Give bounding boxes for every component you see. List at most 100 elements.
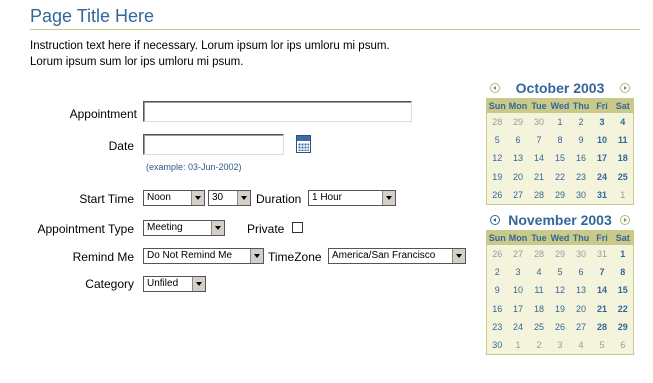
calendar-day[interactable]: 30: [570, 245, 592, 264]
next-month-icon[interactable]: [620, 83, 630, 93]
calendar-day[interactable]: 3: [591, 113, 613, 132]
calendar-day[interactable]: 20: [507, 167, 529, 186]
calendar-day[interactable]: 13: [507, 149, 529, 168]
calendar-day[interactable]: 29: [549, 245, 571, 264]
calendar-day[interactable]: 22: [612, 299, 634, 318]
calendar-day[interactable]: 2: [570, 113, 592, 132]
calendar-day[interactable]: 27: [570, 317, 592, 336]
calendar-day[interactable]: 21: [528, 167, 550, 186]
calendar-day[interactable]: 18: [528, 299, 550, 318]
appointment-type-select[interactable]: Meeting: [143, 220, 225, 236]
calendar-day[interactable]: 1: [549, 113, 571, 132]
calendar-day[interactable]: 24: [507, 317, 529, 336]
calendar-day[interactable]: 31: [591, 185, 613, 205]
calendar-day[interactable]: 30: [570, 185, 592, 205]
appointment-input[interactable]: [143, 101, 412, 122]
calendar-day[interactable]: 12: [486, 149, 508, 168]
calendar-day[interactable]: 15: [549, 149, 571, 168]
calendar-day[interactable]: 14: [528, 149, 550, 168]
calendar-day[interactable]: 27: [507, 245, 529, 264]
calendar-day[interactable]: 25: [612, 167, 634, 186]
calendar-day[interactable]: 10: [507, 281, 529, 300]
remind-me-select[interactable]: Do Not Remind Me: [143, 248, 264, 264]
calendar-day[interactable]: 6: [612, 335, 634, 355]
calendar-day[interactable]: 16: [570, 149, 592, 168]
calendar-day[interactable]: 17: [507, 299, 529, 318]
category-select[interactable]: Unfiled: [143, 276, 206, 292]
calendar-day[interactable]: 11: [612, 131, 634, 150]
calendar-day[interactable]: 1: [507, 335, 529, 355]
previous-month-icon[interactable]: [490, 215, 500, 225]
calendar-day[interactable]: 4: [612, 113, 634, 132]
private-checkbox[interactable]: [292, 222, 303, 233]
calendar-day[interactable]: 28: [591, 317, 613, 336]
calendar-day[interactable]: 17: [591, 149, 613, 168]
calendar-day[interactable]: 18: [612, 149, 634, 168]
weekday-header: Tue: [528, 230, 550, 245]
calendar-day[interactable]: 8: [612, 263, 634, 282]
calendar-day[interactable]: 31: [591, 245, 613, 264]
calendar-day[interactable]: 29: [612, 317, 634, 336]
calendar-day[interactable]: 3: [549, 335, 571, 355]
calendar-day[interactable]: 25: [528, 317, 550, 336]
calendar-day[interactable]: 5: [549, 263, 571, 282]
date-input[interactable]: [143, 134, 284, 155]
calendar-day[interactable]: 9: [570, 131, 592, 150]
calendar-day[interactable]: 12: [549, 281, 571, 300]
calendar-october: October 2003 Sun Mon Tue Wed Thu Fri Sat 28 29 30…: [486, 78, 634, 205]
calendar-day[interactable]: 6: [507, 131, 529, 150]
calendar-day[interactable]: 8: [549, 131, 571, 150]
calendar-day[interactable]: 5: [591, 335, 613, 355]
calendar-day[interactable]: 23: [486, 317, 508, 336]
calendar-day[interactable]: 28: [528, 245, 550, 264]
next-month-icon[interactable]: [620, 215, 630, 225]
calendar-day[interactable]: 10: [591, 131, 613, 150]
calendar-day[interactable]: 6: [570, 263, 592, 282]
calendar-day[interactable]: 3: [507, 263, 529, 282]
calendar-day[interactable]: 27: [507, 185, 529, 205]
start-minutes-select[interactable]: 30: [208, 190, 251, 206]
calendar-day[interactable]: 26: [486, 185, 508, 205]
calendar-day[interactable]: 19: [486, 167, 508, 186]
calendar-day[interactable]: 26: [549, 317, 571, 336]
calendar-day[interactable]: 4: [570, 335, 592, 355]
calendar-day[interactable]: 16: [486, 299, 508, 318]
instruction-line-1: Instruction text here if necessary. Loru…: [30, 40, 390, 52]
weekday-header: Mon: [507, 98, 529, 113]
calendar-week-row: 28 29 30 1 2 3 4: [486, 113, 634, 132]
calendar-day[interactable]: 1: [612, 245, 634, 264]
calendar-day[interactable]: 11: [528, 281, 550, 300]
calendar-day[interactable]: 29: [507, 113, 529, 132]
calendar-day[interactable]: 26: [486, 245, 508, 264]
calendar-day[interactable]: 19: [549, 299, 571, 318]
start-time-select[interactable]: Noon: [143, 190, 205, 206]
chevron-down-icon: [211, 221, 224, 235]
calendar-day[interactable]: 22: [549, 167, 571, 186]
calendar-day[interactable]: 23: [570, 167, 592, 186]
calendar-day[interactable]: 2: [528, 335, 550, 355]
calendar-day[interactable]: 13: [570, 281, 592, 300]
calendar-day[interactable]: 28: [486, 113, 508, 132]
calendar-day[interactable]: 30: [528, 113, 550, 132]
calendar-day[interactable]: 30: [486, 335, 508, 355]
calendar-day[interactable]: 24: [591, 167, 613, 186]
calendar-day[interactable]: 21: [591, 299, 613, 318]
calendar-day[interactable]: 5: [486, 131, 508, 150]
weekday-header: Mon: [507, 230, 529, 245]
calendar-day[interactable]: 28: [528, 185, 550, 205]
calendar-day[interactable]: 1: [612, 185, 634, 205]
calendar-day[interactable]: 9: [486, 281, 508, 300]
calendar-header: November 2003: [486, 210, 634, 230]
calendar-icon[interactable]: [296, 135, 311, 153]
timezone-select[interactable]: America/San Francisco: [328, 248, 466, 264]
calendar-day[interactable]: 15: [612, 281, 634, 300]
calendar-day[interactable]: 7: [528, 131, 550, 150]
calendar-day[interactable]: 7: [591, 263, 613, 282]
previous-month-icon[interactable]: [490, 83, 500, 93]
calendar-day[interactable]: 20: [570, 299, 592, 318]
duration-select[interactable]: 1 Hour: [308, 190, 396, 206]
calendar-day[interactable]: 4: [528, 263, 550, 282]
calendar-day[interactable]: 29: [549, 185, 571, 205]
calendar-day[interactable]: 14: [591, 281, 613, 300]
calendar-day[interactable]: 2: [486, 263, 508, 282]
